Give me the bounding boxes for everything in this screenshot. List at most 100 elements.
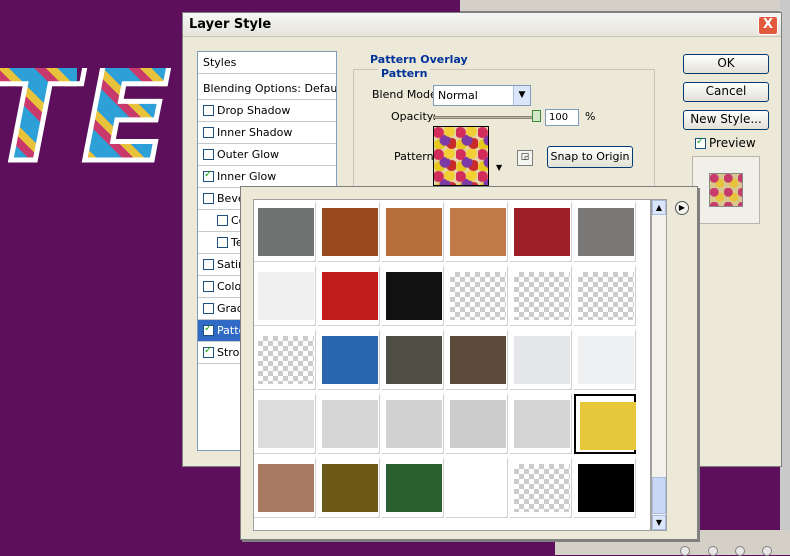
styles-header-label: Styles (203, 56, 237, 69)
pattern-swatch-image (514, 336, 570, 384)
pattern-thumbnail[interactable] (318, 458, 380, 518)
style-checkbox[interactable] (203, 169, 214, 182)
pattern-thumbnail[interactable] (510, 202, 572, 262)
pattern-thumbnail[interactable] (318, 202, 380, 262)
group-title: Pattern (378, 67, 431, 80)
pattern-thumbnail[interactable] (574, 266, 636, 326)
pattern-swatch-image (450, 272, 506, 320)
style-checkbox[interactable] (203, 259, 214, 270)
pattern-swatch[interactable] (433, 126, 489, 186)
pattern-swatch-image (450, 400, 506, 448)
style-item[interactable]: Inner Glow (198, 166, 336, 188)
pattern-swatch-image (386, 272, 442, 320)
pattern-thumbnail[interactable] (446, 202, 508, 262)
cancel-button[interactable]: Cancel (683, 82, 769, 102)
pattern-thumbnail[interactable] (254, 458, 316, 518)
pattern-thumbnail[interactable] (382, 458, 444, 518)
style-item[interactable]: Drop Shadow (198, 100, 336, 122)
picker-menu-icon[interactable]: ▶ (675, 201, 689, 215)
pattern-thumbnail[interactable] (510, 458, 572, 518)
style-checkbox[interactable] (203, 149, 214, 160)
style-checkbox[interactable] (203, 281, 214, 292)
opacity-slider-track[interactable] (433, 116, 541, 119)
pattern-thumbnail[interactable] (446, 330, 508, 390)
style-checkbox[interactable] (203, 105, 214, 116)
pattern-swatch-image (514, 400, 570, 448)
opacity-label: Opacity: (391, 110, 437, 123)
chevron-down-icon[interactable]: ▼ (513, 86, 530, 105)
styles-header[interactable]: Styles (198, 52, 336, 74)
pattern-swatch-image (514, 272, 570, 320)
pattern-swatch-image (258, 272, 314, 320)
pattern-swatch-image (322, 208, 378, 256)
chevron-down-icon[interactable]: ▼ (496, 163, 504, 172)
pattern-thumbnail[interactable] (510, 394, 572, 454)
pattern-thumbnail[interactable] (382, 330, 444, 390)
pattern-swatch-image (258, 400, 314, 448)
new-preset-icon[interactable]: ◲ (517, 150, 533, 166)
pattern-scrollbar[interactable]: ▲ ▼ (651, 199, 667, 531)
pattern-thumbnail[interactable] (574, 202, 636, 262)
ok-button[interactable]: OK (683, 54, 769, 74)
scroll-up-icon[interactable]: ▲ (652, 200, 666, 215)
style-item[interactable]: Inner Shadow (198, 122, 336, 144)
pattern-swatch-image (386, 336, 442, 384)
blend-mode-label: Blend Mode: (372, 88, 441, 101)
pattern-thumbnail[interactable] (382, 266, 444, 326)
pattern-swatch-image (450, 464, 506, 512)
section-title: Pattern Overlay (370, 53, 468, 66)
preview-box (692, 156, 760, 224)
pattern-swatch-image (258, 208, 314, 256)
dialog-titlebar[interactable]: Layer Style X (183, 13, 781, 37)
pattern-thumbnail[interactable] (510, 266, 572, 326)
pattern-thumbnail[interactable] (446, 394, 508, 454)
dialog-title: Layer Style (189, 17, 272, 32)
pattern-swatch-image (386, 400, 442, 448)
canvas-letter: T (0, 68, 79, 183)
opacity-input[interactable]: 100 (545, 109, 579, 126)
style-checkbox[interactable] (203, 303, 214, 314)
style-item[interactable]: Outer Glow (198, 144, 336, 166)
style-checkbox[interactable] (203, 323, 214, 336)
pattern-swatch-image (322, 336, 378, 384)
pattern-thumbnail[interactable] (574, 394, 636, 454)
style-checkbox[interactable] (203, 345, 214, 358)
pattern-thumbnail[interactable] (254, 202, 316, 262)
close-button[interactable]: X (758, 16, 778, 35)
style-checkbox[interactable] (217, 215, 228, 226)
scroll-down-icon[interactable]: ▼ (652, 515, 666, 530)
pattern-swatch-image (578, 272, 634, 320)
style-checkbox[interactable] (203, 193, 214, 204)
pattern-thumbnail[interactable] (254, 266, 316, 326)
opacity-slider-thumb[interactable] (532, 110, 541, 122)
pattern-thumbnail[interactable] (446, 266, 508, 326)
pattern-thumbnail[interactable] (382, 394, 444, 454)
pattern-thumbnail[interactable] (382, 202, 444, 262)
pattern-thumbnail[interactable] (318, 330, 380, 390)
canvas-text-art: T E (0, 68, 190, 198)
style-checkbox[interactable] (217, 237, 228, 248)
pattern-thumbnail[interactable] (574, 330, 636, 390)
pattern-thumbnail[interactable] (318, 394, 380, 454)
pattern-thumbnail[interactable] (574, 458, 636, 518)
blending-options-item[interactable]: Blending Options: Default (198, 78, 336, 100)
pattern-swatch-image (578, 336, 634, 384)
pattern-swatch-image (386, 208, 442, 256)
preview-toggle[interactable]: Preview (695, 136, 756, 150)
scrollbar-thumb[interactable] (652, 477, 666, 514)
style-checkbox[interactable] (203, 127, 214, 138)
opacity-unit: % (585, 110, 596, 123)
pattern-thumbnail[interactable] (254, 394, 316, 454)
pattern-picker-popup: ▲ ▼ ▶ (240, 186, 698, 540)
preview-checkbox[interactable] (695, 136, 706, 149)
pattern-thumbnail[interactable] (446, 458, 508, 518)
snap-to-origin-button[interactable]: Snap to Origin (547, 146, 633, 168)
pattern-thumbnail[interactable] (510, 330, 572, 390)
preview-thumbnail (709, 173, 743, 207)
style-item-label: Outer Glow (217, 148, 280, 161)
style-item-label: Inner Glow (217, 170, 277, 183)
pattern-thumbnail[interactable] (254, 330, 316, 390)
pattern-thumbnail[interactable] (318, 266, 380, 326)
new-style-button[interactable]: New Style... (683, 110, 769, 130)
blend-mode-select[interactable]: Normal ▼ (433, 85, 531, 106)
